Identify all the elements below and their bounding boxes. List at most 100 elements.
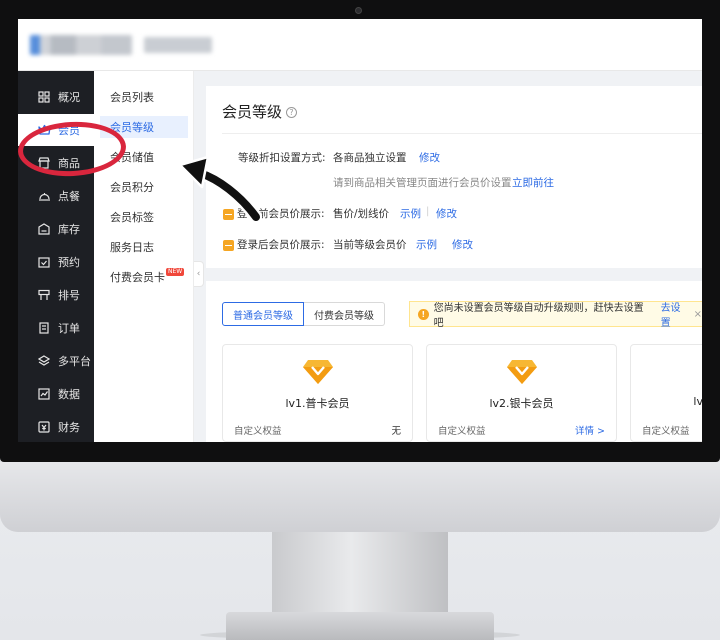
inventory-icon [37, 222, 51, 236]
collapse-subnav-button[interactable]: ‹ [194, 261, 204, 287]
monitor-chin [0, 462, 720, 532]
sidebar-item-label: 库存 [58, 223, 80, 236]
sidebar-item-label: 订单 [58, 322, 80, 335]
layers-icon [37, 354, 51, 368]
main-sidebar: 概况 会员 商品 点餐 库存 预约 排号 订单 多平台 数据 财务 [18, 71, 94, 442]
dish-icon [37, 189, 51, 203]
blurred-logo [30, 35, 132, 55]
monitor-stand-base [226, 612, 494, 640]
discount-edit-link[interactable]: 修改 [419, 150, 440, 165]
go-now-link[interactable]: 立即前往 [512, 175, 554, 190]
link-separator: | [426, 206, 430, 217]
sidebar-item-inventory[interactable]: 库存 [18, 213, 94, 245]
blurred-shop-name [144, 37, 212, 53]
crown-icon [37, 123, 51, 137]
new-badge: NEW [166, 268, 185, 276]
gem-icon [303, 360, 333, 384]
tab-paid-levels[interactable]: 付费会员等级 [304, 302, 385, 326]
subnav-item-tags[interactable]: 会员标签 [100, 206, 188, 228]
order-icon [37, 321, 51, 335]
chevron-left-icon: ‹ [196, 269, 201, 279]
sidebar-item-queue[interactable]: 排号 [18, 279, 94, 311]
level-settings-card: 会员等级? 等级折扣设置方式: 各商品独立设置 修改 请到商品相关管理页面进行会… [206, 86, 702, 268]
after-login-edit-link[interactable]: 修改 [452, 237, 473, 252]
help-icon[interactable]: ? [286, 107, 298, 118]
before-login-example-link[interactable]: 示例 [400, 206, 421, 221]
member-subnav: 会员列表 会员等级 会员储值 会员积分 会员标签 服务日志 付费会员卡 NEW [94, 71, 194, 442]
monitor-stand-neck [272, 532, 448, 616]
go-setup-link[interactable]: 去设置 [661, 299, 690, 329]
level-name: lv1.普卡会员 [285, 397, 350, 410]
subnav-item-member-level[interactable]: 会员等级 [100, 116, 188, 138]
shop-icon [37, 156, 51, 170]
after-login-label: 登录后会员价展示: [223, 237, 325, 252]
monitor-frame: 概况 会员 商品 点餐 库存 预约 排号 订单 多平台 数据 财务 会员列表 会… [0, 0, 720, 532]
monitor-bezel: 概况 会员 商品 点餐 库存 预约 排号 订单 多平台 数据 财务 会员列表 会… [0, 0, 720, 462]
top-bar [18, 19, 702, 71]
webcam [355, 7, 362, 14]
sidebar-item-label: 预约 [58, 256, 80, 269]
sidebar-item-members[interactable]: 会员 [18, 114, 94, 146]
after-login-example-link[interactable]: 示例 [416, 237, 437, 252]
upgrade-rule-alert: ! 您尚未设置会员等级自动升级规则，赶快去设置吧 去设置 × [409, 299, 702, 329]
title-divider [222, 133, 702, 134]
benefit-value: 无 [391, 426, 401, 437]
subnav-item-member-list[interactable]: 会员列表 [100, 86, 188, 108]
subnav-label: 会员列表 [110, 91, 154, 104]
subnav-item-service-log[interactable]: 服务日志 [100, 236, 188, 258]
subnav-label: 会员标签 [110, 211, 154, 224]
subnav-item-stored-value[interactable]: 会员储值 [100, 146, 188, 168]
sidebar-item-label: 会员 [58, 124, 80, 137]
sidebar-item-orders[interactable]: 订单 [18, 312, 94, 344]
app-screen: 概况 会员 商品 点餐 库存 预约 排号 订单 多平台 数据 财务 会员列表 会… [18, 19, 702, 442]
sidebar-item-data[interactable]: 数据 [18, 378, 94, 410]
benefit-label: 自定义权益 [642, 426, 690, 437]
before-login-value: 售价/划线价 [333, 208, 390, 220]
alert-text: 您尚未设置会员等级自动升级规则，赶快去设置吧 [433, 303, 644, 329]
benefit-label: 自定义权益 [438, 426, 486, 437]
page-title-text: 会员等级 [222, 103, 283, 121]
subnav-label: 付费会员卡 [110, 271, 165, 284]
level-name: lv [693, 395, 702, 408]
details-link[interactable]: 详情 > [575, 423, 605, 437]
level-list-card: 普通会员等级 付费会员等级 ! 您尚未设置会员等级自动升级规则，赶快去设置吧 去… [206, 281, 702, 442]
page-title: 会员等级? [222, 101, 298, 122]
sidebar-item-label: 概况 [58, 91, 80, 104]
subnav-label: 会员等级 [110, 121, 154, 134]
level-card-lv2[interactable]: lv2.银卡会员 自定义权益 详情 > [426, 344, 617, 442]
level-name: lv2.银卡会员 [489, 397, 554, 410]
price-tag-icon [223, 239, 234, 251]
finance-icon [37, 420, 51, 434]
chart-icon [37, 387, 51, 401]
discount-hint: 请到商品相关管理页面进行会员价设置 [333, 177, 512, 189]
subnav-label: 会员储值 [110, 151, 154, 164]
close-icon[interactable]: × [694, 309, 702, 320]
sidebar-item-products[interactable]: 商品 [18, 147, 94, 179]
sidebar-item-label: 数据 [58, 388, 80, 401]
sidebar-item-multiplatform[interactable]: 多平台 [18, 345, 94, 377]
after-login-value: 当前等级会员价 [333, 239, 407, 251]
subnav-item-points[interactable]: 会员积分 [100, 176, 188, 198]
calendar-check-icon [37, 255, 51, 269]
sidebar-item-label: 排号 [58, 289, 80, 302]
queue-icon [37, 288, 51, 302]
subnav-label: 会员积分 [110, 181, 154, 194]
sidebar-item-overview[interactable]: 概况 [18, 81, 94, 113]
pointer-arrow-icon [178, 155, 262, 224]
before-login-edit-link[interactable]: 修改 [436, 206, 457, 221]
gem-icon [507, 360, 537, 384]
sidebar-item-booking[interactable]: 预约 [18, 246, 94, 278]
level-type-tabs: 普通会员等级 付费会员等级 [222, 302, 385, 326]
subnav-label: 服务日志 [110, 241, 154, 254]
level-card-lv1[interactable]: lv1.普卡会员 自定义权益 无 [222, 344, 413, 442]
sidebar-item-finance[interactable]: 财务 [18, 411, 94, 442]
sidebar-item-label: 多平台 [58, 355, 91, 368]
level-card-lv3[interactable]: lv 自定义权益 [630, 344, 702, 442]
tab-regular-levels[interactable]: 普通会员等级 [222, 302, 304, 326]
warning-icon: ! [418, 308, 429, 320]
sidebar-item-ordering[interactable]: 点餐 [18, 180, 94, 212]
sidebar-item-label: 财务 [58, 421, 80, 434]
subnav-item-paid-card[interactable]: 付费会员卡 NEW [100, 266, 188, 288]
discount-method-value: 各商品独立设置 [333, 152, 407, 164]
benefit-label: 自定义权益 [234, 426, 282, 437]
